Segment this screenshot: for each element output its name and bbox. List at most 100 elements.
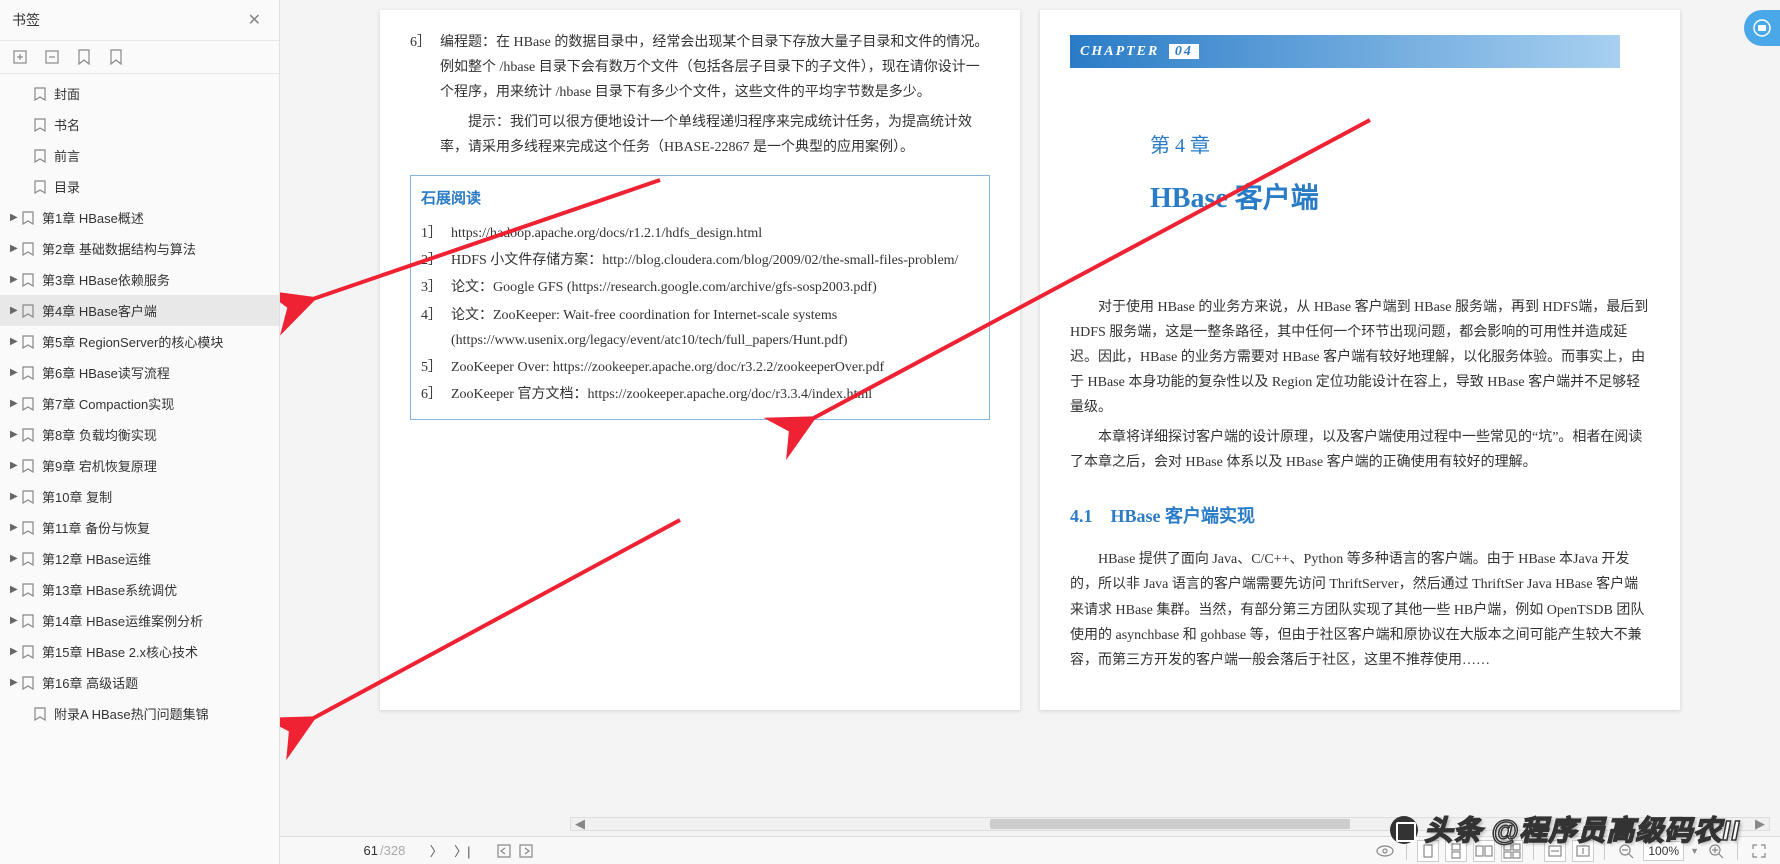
bookmark-icon [34, 707, 48, 721]
bookmark-item[interactable]: ▶ 第3章 HBase依赖服务 [0, 264, 279, 295]
chevron-right-icon[interactable]: ▶ [10, 336, 20, 347]
chevron-right-icon[interactable]: ▶ [10, 243, 20, 254]
bookmark-label: 第12章 HBase运维 [42, 549, 151, 568]
page-left: 6］ 编程题：在 HBase 的数据目录中，经常会出现某个目录下存放大量子目录和… [380, 10, 1020, 710]
bookmark-icon [22, 335, 36, 349]
reading-text: ZooKeeper Over: https://zookeeper.apache… [451, 355, 979, 380]
bookmark-icon [22, 459, 36, 473]
bookmark-item[interactable]: ▶第15章 HBase 2.x核心技术 [0, 636, 279, 667]
reading-item: 6］ZooKeeper 官方文档：https://zookeeper.apach… [421, 382, 979, 407]
chevron-right-icon[interactable]: ▶ [10, 305, 20, 316]
bookmark-label: 附录A HBase热门问题集锦 [54, 704, 209, 723]
chevron-right-icon[interactable]: ▶ [10, 274, 20, 285]
bookmark-item[interactable]: ▶第10章 复制 [0, 481, 279, 512]
reading-num: 6］ [421, 382, 451, 407]
para-3: HBase 提供了面向 Java、C/C++、Python 等多种语言的客户端。… [1070, 547, 1650, 673]
reading-text: https://hadoop.apache.org/docs/r1.2.1/hd… [451, 221, 979, 246]
bookmark-icon [22, 304, 36, 318]
bookmark-list[interactable]: 封面书名前言目录▶第1章 HBase概述▶第2章 基础数据结构与算法▶第3章 H… [0, 74, 279, 864]
bookmark-item[interactable]: ▶ 第9章 宕机恢复原理 [0, 450, 279, 481]
reading-item: 2］HDFS 小文件存储方案：http://blog.cloudera.com/… [421, 248, 979, 273]
bookmark-label: 第4章 HBase客户端 [42, 301, 157, 320]
bookmark-item[interactable]: ▶第11章 备份与恢复 [0, 512, 279, 543]
bookmark-item[interactable]: ▶ 第8章 负载均衡实现 [0, 419, 279, 450]
chevron-right-icon[interactable]: ▶ [10, 398, 20, 409]
bookmark-item[interactable]: ▶第13章 HBase系统调优 [0, 574, 279, 605]
bookmark-icon [22, 552, 36, 566]
collapse-all-icon[interactable] [44, 49, 60, 65]
sidebar-toolbar [0, 41, 279, 74]
scroll-right-icon[interactable]: ▶ [1751, 816, 1769, 832]
bookmark-label: 前言 [54, 146, 80, 165]
chevron-right-icon[interactable]: ▶ [10, 646, 20, 657]
bookmark-item[interactable]: 附录A HBase热门问题集锦 [0, 698, 279, 729]
para-2: 本章将详细探讨客户端的设计原理，以及客户端使用过程中一些常见的“坑”。相者在阅读… [1070, 425, 1650, 475]
bookmark-icon [22, 242, 36, 256]
scroll-left-icon[interactable]: ◀ [571, 816, 589, 832]
chapter-num-label: 第 4 章 [1150, 128, 1650, 164]
bookmark-icon [34, 149, 48, 163]
fullscreen-icon[interactable] [1748, 840, 1770, 862]
bookmark-item[interactable]: ▶ 第14章 HBase运维案例分析 [0, 605, 279, 636]
bookmark-label: 第9章 宕机恢复原理 [42, 456, 157, 475]
close-icon[interactable]: ✕ [242, 8, 267, 32]
bookmark-icon [34, 180, 48, 194]
bookmark-icon [22, 273, 36, 287]
bookmark-item[interactable]: 封面 [0, 78, 279, 109]
page-number-group: /328 〉 〉| [280, 840, 560, 862]
bookmark-icon [22, 490, 36, 504]
chevron-right-icon[interactable]: ▶ [10, 212, 20, 223]
bookmark-icon [22, 676, 36, 690]
bookmark-label: 封面 [54, 84, 80, 103]
bookmark-item[interactable]: ▶第2章 基础数据结构与算法 [0, 233, 279, 264]
bookmark-label: 第7章 Compaction实现 [42, 394, 174, 413]
reading-text: 论文：Google GFS (https://research.google.c… [451, 275, 979, 300]
banner-num: 04 [1169, 44, 1199, 59]
chevron-right-icon[interactable]: ▶ [10, 677, 20, 688]
bookmark-label: 书名 [54, 115, 80, 134]
bookmark-icon [22, 211, 36, 225]
bookmark-item[interactable]: ▶ 第4章 HBase客户端 [0, 295, 279, 326]
bookmark-label: 第3章 HBase依赖服务 [42, 270, 170, 289]
chevron-right-icon[interactable]: ▶ [10, 460, 20, 471]
reading-text: ZooKeeper 官方文档：https://zookeeper.apache.… [451, 382, 979, 407]
reading-num: 1］ [421, 221, 451, 246]
bookmark-item[interactable]: ▶第1章 HBase概述 [0, 202, 279, 233]
bookmark-icon [22, 397, 36, 411]
bookmark-label: 第8章 负载均衡实现 [42, 425, 157, 444]
reading-item: 1］https://hadoop.apache.org/docs/r1.2.1/… [421, 221, 979, 246]
bookmark-item[interactable]: ▶第16章 高级话题 [0, 667, 279, 698]
bookmark-item[interactable]: ▶ 第7章 Compaction实现 [0, 388, 279, 419]
chevron-right-icon[interactable]: ▶ [10, 367, 20, 378]
bookmark-item[interactable]: ▶ 第5章 RegionServer的核心模块 [0, 326, 279, 357]
bookmark-label: 第6章 HBase读写流程 [42, 363, 170, 382]
bookmark-icon [22, 645, 36, 659]
chevron-right-icon[interactable]: ▶ [10, 615, 20, 626]
bookmark-icon [22, 614, 36, 628]
page-number-input[interactable] [290, 843, 380, 858]
forward-view-icon[interactable] [515, 840, 537, 862]
bookmark-item[interactable]: ▶ 第6章 HBase读写流程 [0, 357, 279, 388]
bookmark-item[interactable]: 目录 [0, 171, 279, 202]
bookmark-icon[interactable] [76, 49, 92, 65]
bookmark-item[interactable]: ▶ 第12章 HBase运维 [0, 543, 279, 574]
bookmark-label: 第14章 HBase运维案例分析 [42, 611, 203, 630]
bookmark-alt-icon[interactable] [108, 49, 124, 65]
sidebar-header: 书签 ✕ [0, 0, 279, 41]
back-view-icon[interactable] [493, 840, 515, 862]
scrollbar-thumb[interactable] [990, 819, 1349, 829]
next-page-icon[interactable]: 〉 [425, 840, 447, 862]
expand-all-icon[interactable] [12, 49, 28, 65]
bookmark-icon [22, 521, 36, 535]
reading-item: 5］ZooKeeper Over: https://zookeeper.apac… [421, 355, 979, 380]
chevron-right-icon[interactable]: ▶ [10, 491, 20, 502]
assistant-float-button[interactable] [1744, 10, 1780, 46]
chevron-right-icon[interactable]: ▶ [10, 429, 20, 440]
bookmark-label: 第5章 RegionServer的核心模块 [42, 332, 223, 351]
chevron-right-icon[interactable]: ▶ [10, 522, 20, 533]
chevron-right-icon[interactable]: ▶ [10, 584, 20, 595]
bookmark-item[interactable]: 前言 [0, 140, 279, 171]
chevron-right-icon[interactable]: ▶ [10, 553, 20, 564]
bookmark-item[interactable]: 书名 [0, 109, 279, 140]
last-page-icon[interactable]: 〉| [451, 840, 473, 862]
